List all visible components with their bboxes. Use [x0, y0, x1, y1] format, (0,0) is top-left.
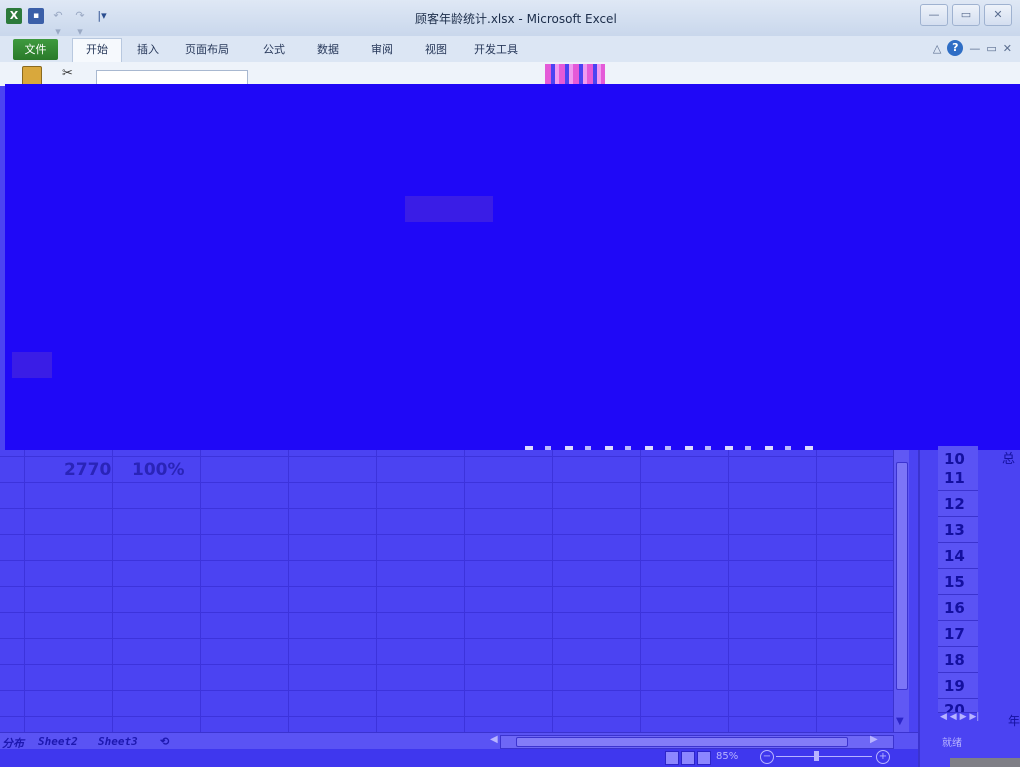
minimize-button[interactable]: — [920, 4, 948, 26]
tab-insert[interactable]: 插入 [130, 39, 166, 60]
ribbon-tabs: 文件 开始 插入 页面布局 公式 数据 审阅 视图 开发工具 [0, 36, 1020, 63]
row-header[interactable]: 20 [938, 699, 978, 713]
right-pane-sheet-tab[interactable]: 年 [1008, 712, 1020, 729]
sheet-tab-sheet3[interactable]: Sheet3 [98, 735, 138, 748]
worksheet-grid[interactable] [0, 450, 893, 732]
row-header[interactable]: 19 [938, 673, 978, 699]
row-header[interactable]: 11 [938, 465, 978, 491]
row-header[interactable]: 15 [938, 569, 978, 595]
row-header[interactable]: 14 [938, 543, 978, 569]
tab-file[interactable]: 文件 [13, 39, 58, 60]
sheet-nav-buttons[interactable]: ◀ ◀ ▶ ▶| [940, 712, 979, 722]
undo-icon[interactable]: ↶ ▾ [50, 8, 66, 38]
zoom-level[interactable]: 85% [716, 751, 738, 762]
doc-close-icon[interactable]: ✕ [1003, 42, 1012, 55]
row-header[interactable]: 18 [938, 647, 978, 673]
view-buttons [665, 751, 711, 765]
excel-logo-icon[interactable]: X [6, 8, 22, 24]
tab-home[interactable]: 开始 [72, 38, 122, 63]
right-pane-cell-text[interactable]: 总 [1002, 448, 1015, 467]
row-header[interactable]: 13 [938, 517, 978, 543]
occluded-selection-left [12, 352, 52, 378]
restore-button[interactable]: ▭ [952, 4, 980, 26]
scroll-down-icon[interactable]: ▼ [896, 716, 904, 727]
minimize-ribbon-icon[interactable]: △ [933, 42, 941, 55]
zoom-slider-track[interactable] [776, 756, 872, 757]
occluded-region [5, 84, 1020, 450]
tab-view[interactable]: 视图 [418, 39, 454, 60]
tab-data[interactable]: 数据 [310, 39, 346, 60]
window-title: 顾客年龄统计.xlsx - Microsoft Excel [415, 12, 617, 26]
cell-total-percent[interactable]: 100% [132, 460, 185, 480]
page-layout-view-icon[interactable] [681, 751, 695, 765]
title-bar: X ▪ ↶ ▾ ↷ ▾ |▾ 顾客年龄统计.xlsx - Microsoft E… [0, 0, 1020, 38]
occluded-selection [405, 196, 493, 222]
sheet-tab-sheet2[interactable]: Sheet2 [38, 735, 78, 748]
paste-icon[interactable] [22, 66, 42, 86]
row-header[interactable]: 17 [938, 621, 978, 647]
redo-icon[interactable]: ↷ ▾ [72, 8, 88, 38]
zoom-in-icon[interactable]: + [876, 750, 890, 764]
window-controls: — ▭ ✕ [920, 4, 1012, 26]
status-ready: 就绪 [942, 738, 962, 749]
tab-formulas[interactable]: 公式 [256, 39, 292, 60]
normal-view-icon[interactable] [665, 751, 679, 765]
tab-page-layout[interactable]: 页面布局 [176, 39, 238, 60]
close-button[interactable]: ✕ [984, 4, 1012, 26]
cut-icon[interactable]: ✂ [62, 66, 73, 81]
row-header[interactable]: 12 [938, 491, 978, 517]
doc-restore-icon[interactable]: ▭ [986, 42, 996, 55]
ribbon-right-controls: △ ? — ▭ ✕ [933, 40, 1012, 56]
quick-access-toolbar: X ▪ ↶ ▾ ↷ ▾ |▾ [6, 8, 110, 38]
tab-developer[interactable]: 开发工具 [470, 39, 522, 60]
row-header[interactable]: 16 [938, 595, 978, 621]
scroll-left-icon[interactable]: ◀ [490, 734, 498, 745]
zoom-slider-thumb[interactable] [814, 751, 819, 761]
vertical-scroll-thumb[interactable] [896, 462, 908, 690]
scroll-right-icon[interactable]: ▶ [870, 734, 878, 745]
insert-sheet-icon[interactable]: ⟲ [160, 735, 169, 748]
cell-total-count[interactable]: 2770 [64, 460, 111, 480]
customize-qat-icon[interactable]: |▾ [94, 8, 110, 24]
horizontal-scroll-thumb[interactable] [516, 737, 848, 747]
doc-minimize-icon[interactable]: — [969, 42, 980, 55]
help-icon[interactable]: ? [947, 40, 964, 56]
taskbar-fragment [950, 758, 1020, 767]
page-break-view-icon[interactable] [697, 751, 711, 765]
save-icon[interactable]: ▪ [28, 8, 44, 24]
zoom-out-icon[interactable]: − [760, 750, 774, 764]
status-bar [0, 749, 918, 767]
tab-review[interactable]: 审阅 [364, 39, 400, 60]
render-artifact [545, 64, 605, 84]
